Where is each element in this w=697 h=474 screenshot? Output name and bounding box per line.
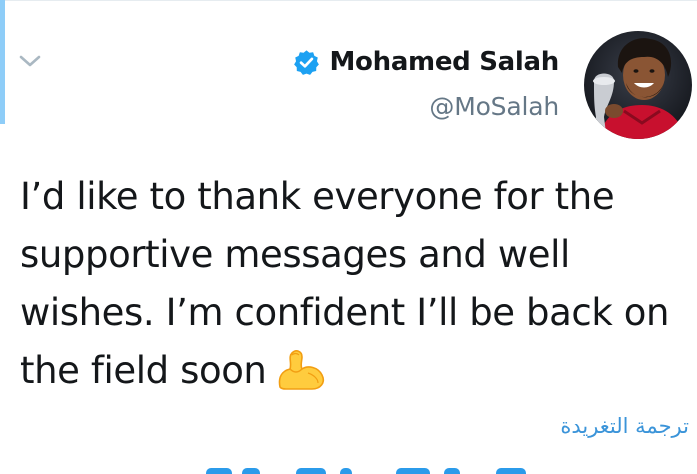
tweet-header: Mohamed Salah @MoSalah <box>293 42 559 121</box>
tweet-card: Mohamed Salah @MoSalah I’d like to thank… <box>0 0 697 474</box>
avatar[interactable] <box>584 31 692 139</box>
user-handle[interactable]: @MoSalah <box>293 92 559 121</box>
name-row: Mohamed Salah <box>293 42 559 82</box>
display-name[interactable]: Mohamed Salah <box>329 47 559 77</box>
avatar-image <box>584 31 692 139</box>
cut-off-text-row <box>200 462 540 474</box>
verified-badge-icon <box>294 49 320 75</box>
translate-tweet-link[interactable]: ترجمة التغريدة <box>560 414 689 438</box>
tweet-text: I’d like to thank everyone for the suppo… <box>20 168 680 400</box>
chevron-down-icon[interactable] <box>18 52 42 70</box>
highlight-accent-bar <box>0 0 5 124</box>
top-divider <box>0 0 697 1</box>
tweet-text-content: I’d like to thank everyone for the suppo… <box>20 175 669 392</box>
flexed-biceps-icon <box>279 350 325 390</box>
